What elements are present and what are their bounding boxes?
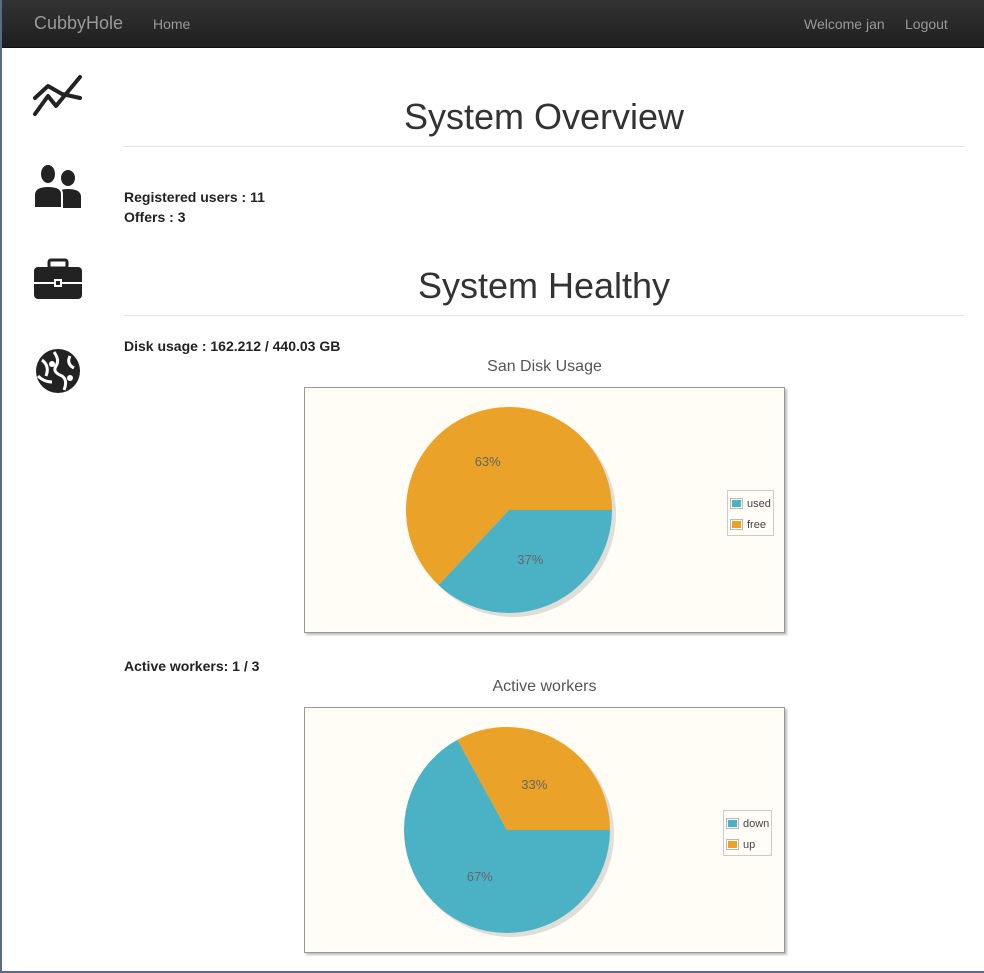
logout-link[interactable]: Logout <box>905 16 948 32</box>
system-healthy-title: System Healthy <box>417 265 671 306</box>
disk-usage-value: 162.212 / 440.03 GB <box>210 338 341 354</box>
system-overview-title: System Overview <box>403 96 685 137</box>
disk-usage-label: Disk usage : <box>124 338 211 354</box>
line-chart-icon[interactable] <box>32 72 84 120</box>
active-workers-stat: Active workers: 1 / 3 <box>124 658 259 674</box>
offers-value: 3 <box>177 209 186 225</box>
offers-stat: Offers : 3 <box>124 209 185 225</box>
offers-label: Offers : <box>124 209 178 225</box>
divider <box>124 315 964 316</box>
legend-item-free: free <box>730 514 771 535</box>
pie-data-label: 67% <box>467 869 493 884</box>
chart-legend: down up <box>723 810 773 856</box>
welcome-user-link[interactable]: Welcome jan <box>804 16 885 32</box>
disk-usage-stat: Disk usage : 162.212 / 440.03 GB <box>124 338 340 354</box>
legend-item-down: down <box>726 813 769 834</box>
brand-link[interactable]: CubbyHole <box>34 13 123 34</box>
registered-users-value: 11 <box>250 189 265 205</box>
disk-usage-pie-chart: 37% 63% used free <box>304 387 785 633</box>
legend-label: free <box>747 518 766 531</box>
active-workers-value: 1 / 3 <box>232 658 260 674</box>
registered-users-stat: Registered users : 11 <box>124 189 265 205</box>
pie-plot: 37% 63% <box>406 407 616 617</box>
legend-item-used: used <box>730 493 771 514</box>
legend-swatch <box>730 498 743 509</box>
active-workers-label: Active workers: <box>124 658 233 674</box>
legend-swatch <box>730 519 743 530</box>
pie-data-label: 63% <box>475 454 501 469</box>
legend-label: down <box>743 817 770 830</box>
chart-title: Active workers <box>492 678 597 695</box>
nav-home-link[interactable]: Home <box>153 16 190 32</box>
legend-label: up <box>743 838 756 851</box>
chart-title: San Disk Usage <box>487 358 602 375</box>
divider <box>124 146 964 147</box>
active-workers-pie-chart: 67% 33% down up <box>304 707 785 953</box>
users-icon[interactable] <box>32 162 84 210</box>
top-navbar: CubbyHole Home Welcome jan Logout <box>2 0 984 48</box>
pie-data-label: 33% <box>521 777 547 792</box>
registered-users-label: Registered users : <box>124 189 251 205</box>
legend-item-up: up <box>726 834 769 855</box>
pie-plot: 67% 33% <box>404 727 614 937</box>
globe-icon[interactable] <box>32 346 84 394</box>
pie-data-label: 37% <box>517 552 543 567</box>
legend-swatch <box>726 839 739 850</box>
legend-swatch <box>726 818 739 829</box>
chart-legend: used free <box>727 490 774 536</box>
legend-label: used <box>747 497 771 510</box>
briefcase-icon[interactable] <box>32 256 84 304</box>
